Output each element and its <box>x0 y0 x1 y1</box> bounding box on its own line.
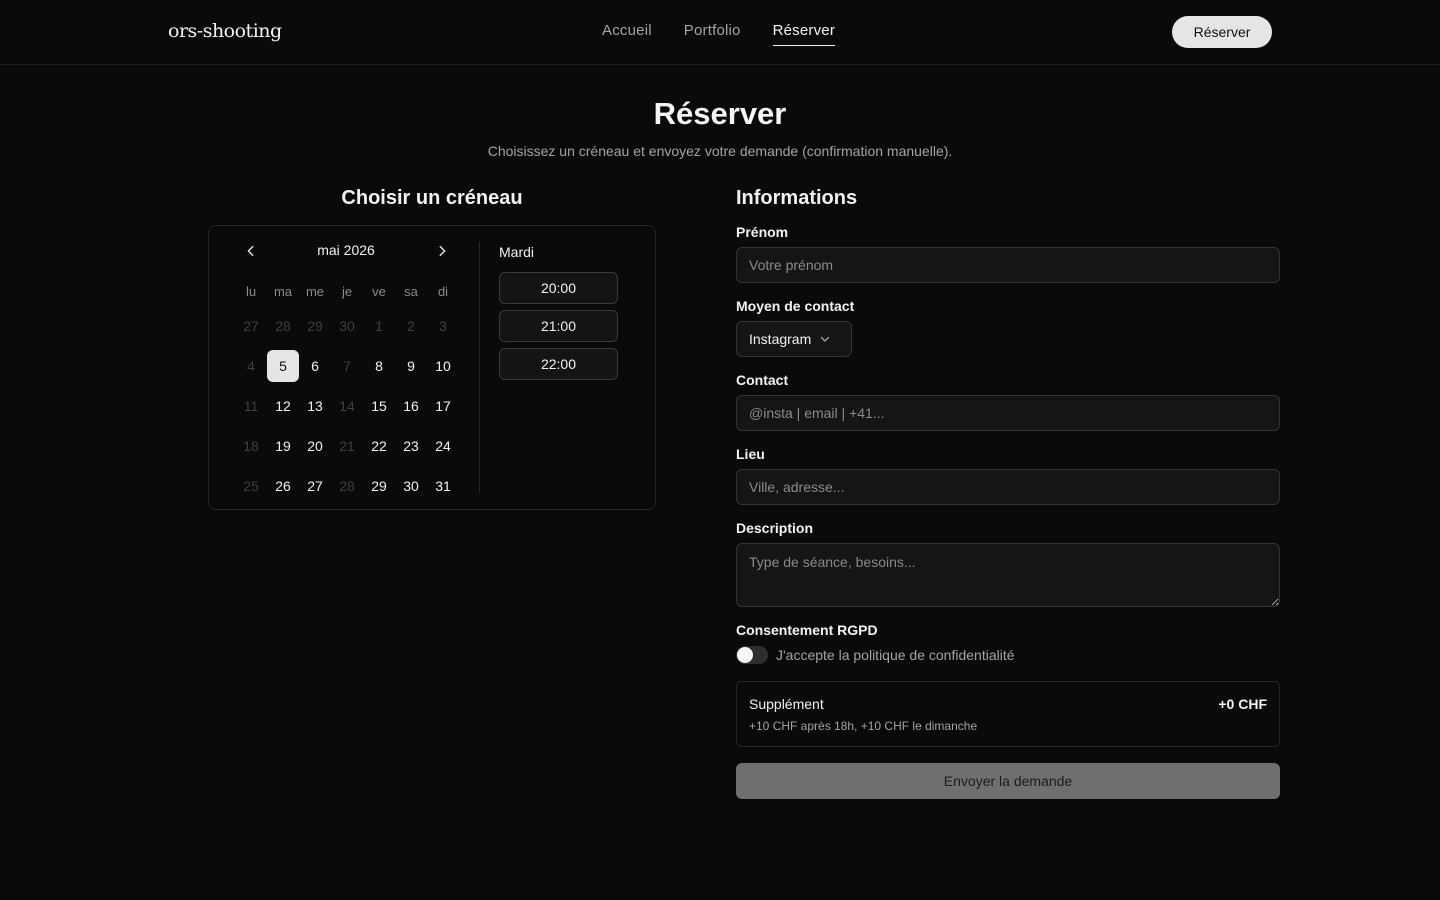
calendar-day[interactable]: 8 <box>363 350 395 382</box>
weekday-label: je <box>341 284 353 299</box>
calendar-day[interactable]: 23 <box>395 430 427 462</box>
weekday-label: lu <box>245 284 257 299</box>
chevron-right-icon <box>439 245 446 257</box>
calendar-day[interactable]: 13 <box>299 390 331 422</box>
nav-link-reserver[interactable]: Réserver <box>772 22 836 46</box>
calendar-day[interactable]: 24 <box>427 430 459 462</box>
calendar-day: 21 <box>339 438 355 454</box>
calendar-day-selected[interactable]: 5 <box>267 350 299 382</box>
header-reserve-button[interactable]: Réserver <box>1172 16 1272 48</box>
first-name-label: Prénom <box>736 224 789 240</box>
weekday-header: lu ma me je ve sa di <box>235 284 459 299</box>
toggle-knob <box>737 647 753 663</box>
calendar-day: 7 <box>343 358 351 374</box>
weekday-label: ve <box>372 284 386 299</box>
calendar-day[interactable]: 6 <box>299 350 331 382</box>
calendar-day[interactable]: 17 <box>427 390 459 422</box>
nav-link-portfolio[interactable]: Portfolio <box>684 22 741 46</box>
supplement-note: +10 CHF après 18h, +10 CHF le dimanche <box>749 719 978 733</box>
calendar-day: 3 <box>439 318 447 334</box>
contact-label: Contact <box>736 372 789 388</box>
supplement-title: Supplément <box>749 696 824 712</box>
weekday-label: me <box>305 284 325 299</box>
next-month-button[interactable] <box>431 240 453 262</box>
location-label: Lieu <box>736 446 765 462</box>
calendar-divider <box>479 242 480 493</box>
calendar-day: 30 <box>339 318 355 334</box>
calendar-day[interactable]: 19 <box>267 430 299 462</box>
top-navigation-bar: ors-shooting Accueil Portfolio Réserver … <box>0 0 1440 65</box>
calendar-day[interactable]: 31 <box>427 470 459 502</box>
contact-method-value: Instagram <box>749 331 812 347</box>
supplement-card: Supplément +0 CHF +10 CHF après 18h, +10… <box>736 681 1280 747</box>
calendar-day: 18 <box>243 438 259 454</box>
nav-link-accueil[interactable]: Accueil <box>602 22 652 46</box>
calendar-day: 29 <box>307 318 323 334</box>
calendar-day: 4 <box>247 358 255 374</box>
time-slot-button[interactable]: 22:00 <box>499 348 618 380</box>
first-name-input[interactable] <box>736 247 1280 283</box>
calendar-day: 25 <box>243 478 259 494</box>
calendar-day: 28 <box>275 318 291 334</box>
calendar-day[interactable]: 20 <box>299 430 331 462</box>
time-slot-button[interactable]: 20:00 <box>499 272 618 304</box>
location-input[interactable] <box>736 469 1280 505</box>
page-title: Réserver <box>653 96 787 131</box>
calendar-day[interactable]: 15 <box>363 390 395 422</box>
description-textarea[interactable] <box>736 543 1280 607</box>
calendar-day[interactable]: 12 <box>267 390 299 422</box>
calendar-day: 14 <box>339 398 355 414</box>
weekday-label: ma <box>273 284 293 299</box>
calendar-day[interactable]: 27 <box>299 470 331 502</box>
calendar-day: 11 <box>243 398 259 414</box>
description-label: Description <box>736 520 814 536</box>
consent-toggle[interactable] <box>736 646 768 664</box>
calendar-day: 1 <box>375 318 383 334</box>
form-heading: Informations <box>736 187 858 209</box>
calendar-day[interactable]: 22 <box>363 430 395 462</box>
chevron-down-icon <box>821 336 830 342</box>
submit-request-button[interactable]: Envoyer la demande <box>736 763 1280 799</box>
page-subtitle: Choisissez un créneau et envoyez votre d… <box>487 143 953 159</box>
weekday-label: di <box>437 284 449 299</box>
calendar-day: 2 <box>407 318 415 334</box>
time-slot-button[interactable]: 21:00 <box>499 310 618 342</box>
consent-row: J'accepte la politique de confidentialit… <box>736 646 1015 664</box>
consent-label: Consentement RGPD <box>736 622 878 638</box>
selected-day-name: Mardi <box>499 244 535 260</box>
brand-logo[interactable]: ors-shooting <box>168 20 282 42</box>
calendar-day[interactable]: 30 <box>395 470 427 502</box>
contact-method-select[interactable]: Instagram <box>736 321 852 357</box>
calendar-day[interactable]: 9 <box>395 350 427 382</box>
calendar-day[interactable]: 10 <box>427 350 459 382</box>
contact-method-label: Moyen de contact <box>736 298 855 314</box>
contact-input[interactable] <box>736 395 1280 431</box>
calendar-card: mai 2026 lu ma me je ve sa di 27 28 29 30 1 2 3 4 5 6 7 8… <box>208 225 656 510</box>
calendar-day: 27 <box>243 318 259 334</box>
consent-text[interactable]: J'accepte la politique de confidentialit… <box>776 647 1015 663</box>
supplement-amount: +0 CHF <box>1218 696 1267 712</box>
time-slot-column: Mardi 20:00 21:00 22:00 <box>499 244 618 386</box>
calendar-day: 28 <box>339 478 355 494</box>
weekday-label: sa <box>404 284 418 299</box>
calendar-day[interactable]: 29 <box>363 470 395 502</box>
calendar-month-label: mai 2026 <box>317 242 375 258</box>
calendar-day[interactable]: 16 <box>395 390 427 422</box>
main-nav: Accueil Portfolio Réserver <box>602 22 836 46</box>
slot-section-heading: Choisir un créneau <box>341 187 523 209</box>
calendar-day-grid: 27 28 29 30 1 2 3 4 5 6 7 8 9 10 11 12 13 14 15 16 17 18 19 20 2… <box>235 310 459 510</box>
calendar-day[interactable]: 26 <box>267 470 299 502</box>
